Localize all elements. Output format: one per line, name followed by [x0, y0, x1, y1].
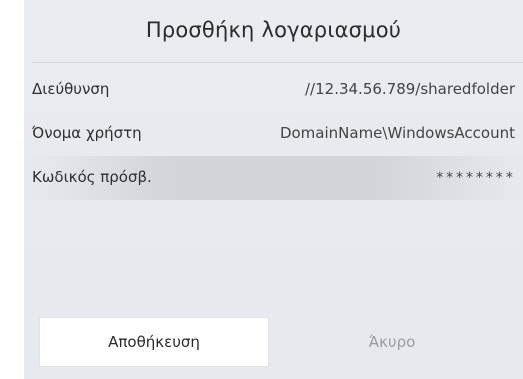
field-username[interactable]: Όνομα χρήστη DomainName\WindowsAccount: [24, 112, 523, 156]
field-password[interactable]: Κωδικός πρόσβ. ********: [24, 156, 523, 200]
cancel-button[interactable]: Άκυρο: [274, 318, 510, 366]
title-divider: [32, 62, 523, 63]
field-username-label: Όνομα χρήστη: [32, 124, 142, 142]
field-password-value: ********: [435, 170, 515, 186]
field-address-label: Διεύθυνση: [32, 80, 110, 98]
field-username-value: DomainName\WindowsAccount: [279, 124, 515, 142]
field-address[interactable]: Διεύθυνση //12.34.56.789/sharedfolder: [24, 68, 523, 112]
save-button[interactable]: Αποθήκευση: [40, 318, 268, 366]
field-password-label: Κωδικός πρόσβ.: [32, 168, 152, 186]
field-address-value: //12.34.56.789/sharedfolder: [305, 80, 515, 98]
dialog-title: Προσθήκη λογαριασμού: [145, 18, 402, 42]
add-account-dialog: Προσθήκη λογαριασμού Διεύθυνση //12.34.5…: [24, 0, 523, 379]
